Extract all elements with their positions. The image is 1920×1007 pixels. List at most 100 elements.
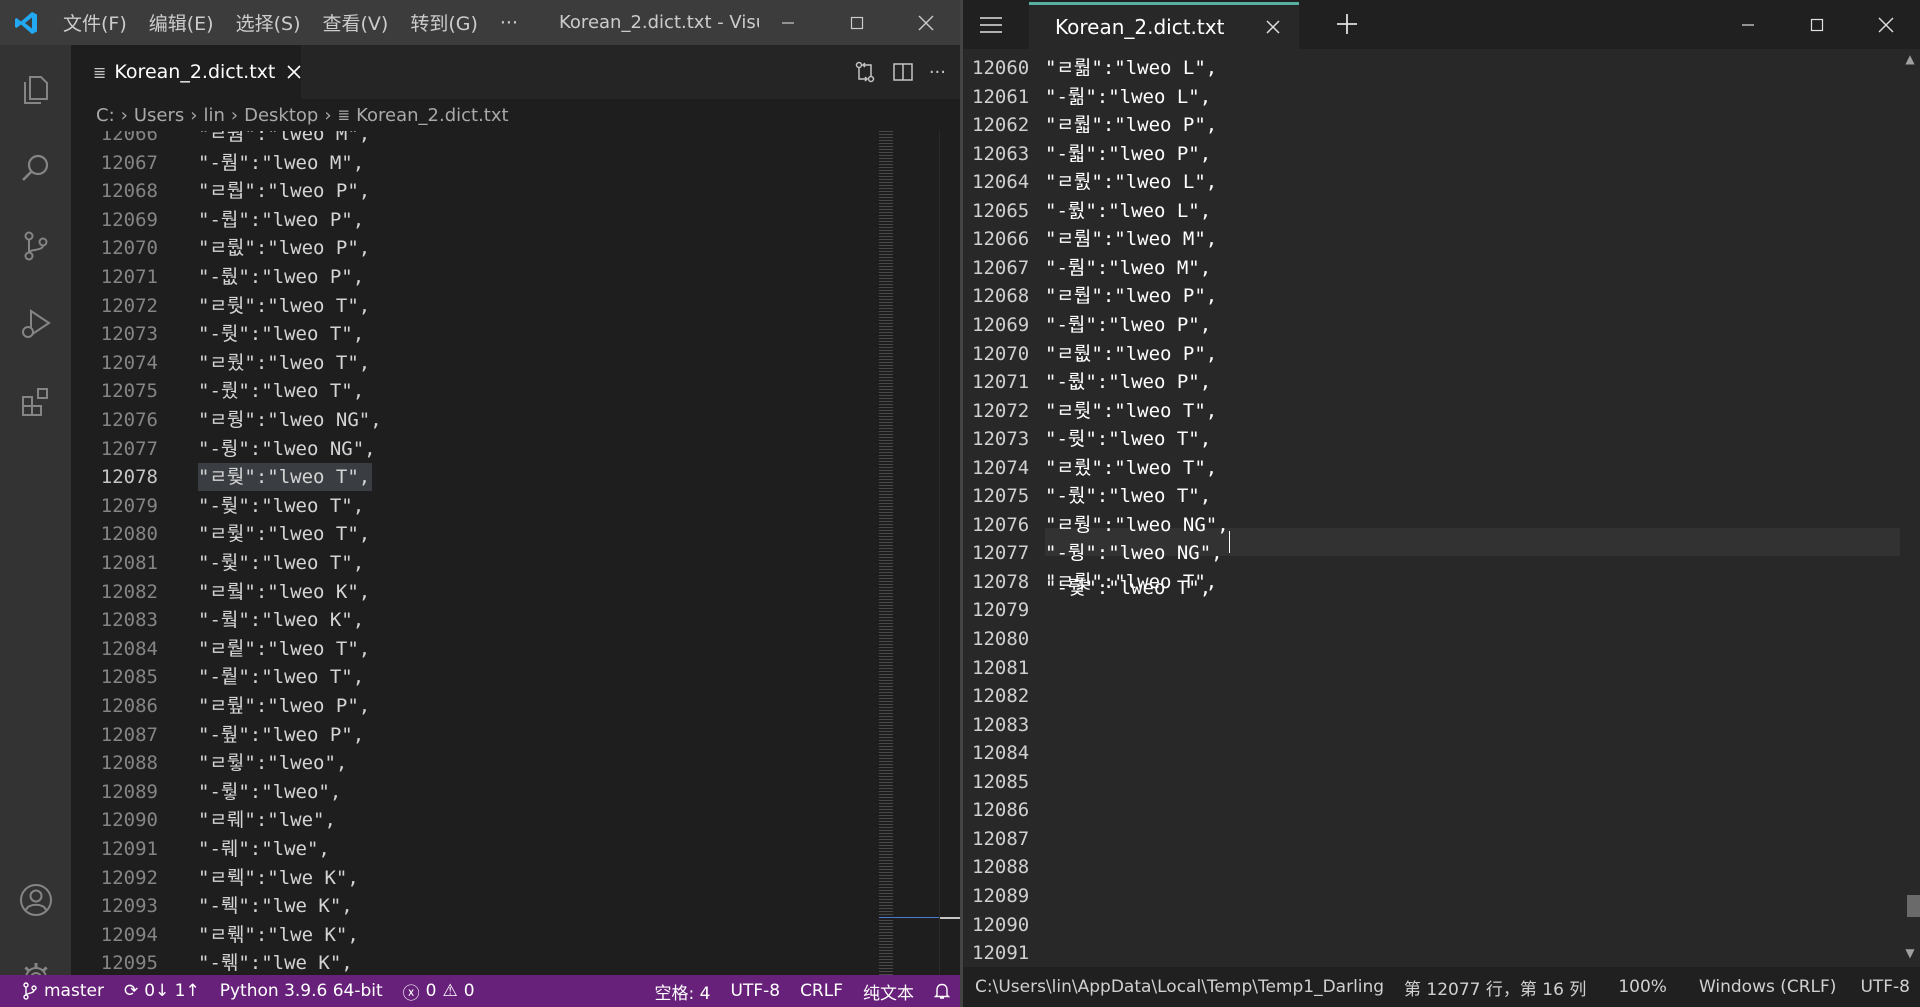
menu-go[interactable]: 转到(G) bbox=[399, 0, 489, 45]
tab-close-button[interactable] bbox=[287, 65, 301, 79]
language-mode-status[interactable]: 纯文本 bbox=[853, 975, 924, 1007]
text-line: 12061 "-뤎":"lweo L", bbox=[963, 83, 1863, 111]
run-debug-button[interactable] bbox=[0, 291, 71, 357]
minimize-button[interactable] bbox=[753, 0, 822, 45]
problems-status[interactable]: ⓧ 0 ⚠ 0 bbox=[393, 975, 485, 1007]
close-icon bbox=[287, 65, 301, 79]
menu-button[interactable] bbox=[963, 0, 1019, 49]
warning-count: 0 bbox=[463, 981, 475, 1001]
line-text: "-뤔":"lweo M", bbox=[1045, 256, 1212, 279]
line-text: "ㄹ뤗":"lweo T", bbox=[1045, 399, 1218, 422]
notepad-titlebar: Korean_2.dict.txt bbox=[963, 0, 1920, 49]
close-icon bbox=[1878, 17, 1893, 32]
line-text: "ㄹ뤞":"lweo P", bbox=[198, 695, 371, 717]
menu-selection[interactable]: 选择(S) bbox=[225, 0, 312, 45]
line-number: 12068 bbox=[100, 180, 158, 203]
notepad-scrollbar[interactable]: ▲ ▼ bbox=[1900, 49, 1920, 967]
line-number: 12078 bbox=[972, 570, 1030, 593]
line-text: "ㄹ뤐":"lweo L", bbox=[1045, 171, 1218, 194]
code-line: 12068 "ㄹ뤕":"lweo P", bbox=[71, 177, 871, 205]
tab-korean-dict[interactable]: ≣ Korean_2.dict.txt bbox=[71, 45, 301, 99]
more-actions-button[interactable]: ··· bbox=[929, 62, 946, 83]
maximize-button[interactable] bbox=[822, 0, 891, 45]
text-line: 12063 "-뤏":"lweo P", bbox=[963, 140, 1863, 168]
indentation-status[interactable]: 空格: 4 bbox=[645, 975, 721, 1007]
scroll-down-arrow-icon[interactable]: ▼ bbox=[1904, 947, 1916, 959]
text-line: 12085 bbox=[963, 768, 1863, 796]
line-number: 12070 bbox=[972, 342, 1030, 365]
explorer-button[interactable] bbox=[0, 57, 71, 123]
close-window-button[interactable] bbox=[1851, 0, 1920, 49]
open-changes-button[interactable] bbox=[853, 60, 877, 84]
line-text: "ㄹ뤘":"lweo T", bbox=[1045, 456, 1218, 479]
minimize-button[interactable] bbox=[1713, 0, 1782, 49]
notepad-window: Korean_2.dict.txt 12060 "ㄹ뤎":"lweo L", 120… bbox=[963, 0, 1920, 1007]
notepad-tab-label: Korean_2.dict.txt bbox=[1055, 15, 1225, 39]
source-control-icon bbox=[24, 231, 47, 261]
line-number: 12083 bbox=[100, 609, 158, 632]
line-number: 12083 bbox=[972, 713, 1030, 736]
breadcrumb-drive[interactable]: C: bbox=[96, 105, 115, 126]
breadcrumb-user[interactable]: lin bbox=[203, 105, 224, 126]
code-line: 12082 "ㄹ뤜":"lweo K", bbox=[71, 578, 871, 606]
split-editor-button[interactable] bbox=[891, 60, 915, 84]
tab-label: Korean_2.dict.txt bbox=[114, 61, 276, 83]
line-text: "-뤚":"lweo T", bbox=[198, 494, 365, 517]
line-text: "-뤐":"lweo L", bbox=[1045, 199, 1212, 222]
tab-close-button[interactable] bbox=[1261, 15, 1285, 39]
line-number: 12066 bbox=[972, 228, 1030, 251]
close-window-button[interactable] bbox=[891, 0, 960, 45]
branch-status[interactable]: master bbox=[0, 975, 114, 1007]
extensions-button[interactable] bbox=[0, 369, 71, 435]
breadcrumb-file[interactable]: Korean_2.dict.txt bbox=[356, 105, 508, 126]
text-line: 12072 "ㄹ뤗":"lweo T", bbox=[963, 397, 1863, 425]
text-line: 12090 bbox=[963, 911, 1863, 939]
menu-file[interactable]: 文件(F) bbox=[52, 0, 138, 45]
line-text: "ㄹ뤖":"lweo P", bbox=[198, 237, 371, 260]
notifications-button[interactable] bbox=[924, 975, 960, 1007]
scroll-up-arrow-icon[interactable]: ▲ bbox=[1904, 53, 1916, 65]
breadcrumb-desktop[interactable]: Desktop bbox=[244, 105, 318, 126]
source-control-button[interactable] bbox=[0, 213, 71, 279]
line-number: 12069 bbox=[100, 208, 158, 231]
line-number: 12079 bbox=[100, 494, 158, 517]
eol-status[interactable]: CRLF bbox=[790, 975, 853, 1007]
new-tab-button[interactable] bbox=[1333, 10, 1361, 38]
window-controls bbox=[753, 0, 960, 45]
code-editor[interactable]: 12066 "ㄹ뤔":"lweo M", 12067 "-뤔":"lweo M", 12… bbox=[71, 131, 960, 975]
notepad-text-area[interactable]: 12060 "ㄹ뤎":"lweo L", 12061 "-뤎":"lweo L", 12… bbox=[963, 49, 1900, 967]
line-number: 12079 bbox=[972, 599, 1030, 622]
activity-bar bbox=[0, 45, 71, 993]
editor-scrollbar[interactable] bbox=[939, 131, 960, 975]
line-number: 12080 bbox=[972, 628, 1030, 650]
line-number: 12092 bbox=[100, 866, 158, 889]
line-number: 12069 bbox=[972, 313, 1030, 336]
code-line: 12080 "ㄹ뤛":"lweo T", bbox=[71, 520, 871, 548]
text-line: 12069 "-뤕":"lweo P", bbox=[963, 311, 1863, 339]
search-button[interactable] bbox=[0, 135, 71, 201]
line-number: 12064 bbox=[972, 171, 1030, 194]
accounts-button[interactable] bbox=[0, 867, 71, 933]
line-text: "ㄹ뤝":"lweo T", bbox=[198, 637, 371, 660]
minimap[interactable] bbox=[879, 131, 893, 975]
notepad-tab[interactable]: Korean_2.dict.txt bbox=[1029, 2, 1299, 49]
menu-edit[interactable]: 编辑(E) bbox=[138, 0, 225, 45]
maximize-button[interactable] bbox=[1782, 0, 1851, 49]
line-text: "ㄹ뤖":"lweo P", bbox=[1045, 342, 1218, 365]
text-line: 12083 bbox=[963, 711, 1863, 739]
menu-view[interactable]: 查看(V) bbox=[312, 0, 400, 45]
breadcrumb-users[interactable]: Users bbox=[134, 105, 184, 126]
chevron-right-icon: › bbox=[190, 104, 198, 126]
python-interpreter[interactable]: Python 3.9.6 64-bit bbox=[210, 975, 393, 1007]
encoding-status[interactable]: UTF-8 bbox=[721, 975, 791, 1007]
code-line: 12090 "ㄹ뤠":"lwe", bbox=[71, 806, 871, 834]
line-number: 12062 bbox=[972, 114, 1030, 137]
menu-more-button[interactable]: ··· bbox=[489, 0, 529, 45]
scrollbar-thumb[interactable] bbox=[1907, 895, 1920, 917]
line-text: "-뤠":"lwe", bbox=[198, 838, 330, 860]
sync-status[interactable]: ⟳ 0↓ 1↑ bbox=[114, 975, 210, 1007]
line-text: "ㄹ뤘":"lweo T", bbox=[198, 351, 371, 374]
line-number: 12086 bbox=[972, 799, 1030, 822]
line-text: "-뤘":"lweo T", bbox=[198, 380, 365, 403]
error-count: 0 bbox=[425, 981, 437, 1001]
